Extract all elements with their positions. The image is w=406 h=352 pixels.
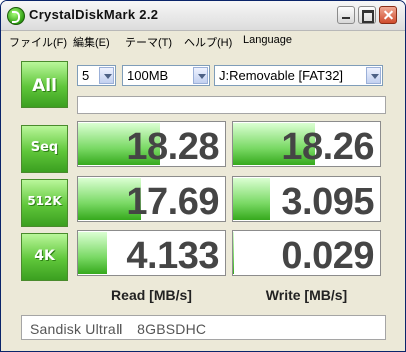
app-window: CrystalDiskMark 2.2 ファイル(F) 編集(E) テーマ(T)… (0, 0, 406, 352)
seq-write-value: 18.26 (281, 126, 374, 167)
all-label: All (32, 76, 57, 96)
chevron-down-icon[interactable] (366, 67, 381, 84)
close-button[interactable] (379, 6, 397, 24)
test-count-select[interactable]: 5 (77, 65, 116, 86)
chevron-down-icon[interactable] (99, 67, 114, 84)
crystaldiskmark-icon (7, 7, 25, 25)
menu-language[interactable]: Language (243, 34, 292, 46)
512k-read-result: 17.69 (77, 176, 226, 222)
test-count-value: 5 (82, 68, 90, 83)
menu-bar: ファイル(F) 編集(E) テーマ(T) ヘルプ(H) Language (1, 31, 405, 50)
title-bar[interactable]: CrystalDiskMark 2.2 (1, 1, 405, 31)
window-title: CrystalDiskMark 2.2 (29, 7, 159, 22)
seq-read-value: 18.28 (126, 126, 219, 167)
drive-select[interactable]: J:Removable [FAT32] (214, 65, 383, 86)
test-size-value: 100MB (127, 68, 169, 83)
menu-theme[interactable]: テーマ(T) (125, 34, 172, 50)
seq-write-result: 18.26 (232, 121, 381, 167)
drive-value: J:Removable [FAT32] (219, 68, 344, 83)
seq-read-result: 18.28 (77, 121, 226, 167)
all-button[interactable]: All (21, 61, 68, 108)
progress-bar (77, 96, 386, 114)
maximize-button[interactable] (358, 6, 376, 24)
test-size-select[interactable]: 100MB (122, 65, 210, 86)
512k-write-result: 3.095 (232, 176, 381, 222)
4k-read-result: 4.133 (77, 230, 226, 276)
4k-read-bar (78, 232, 108, 274)
4k-write-result: 0.029 (232, 230, 381, 276)
write-header: Write [MB/s] (265, 287, 348, 303)
benchmark-panel: All Seq 512K 4K 5 100MB J:Removable [FAT… (21, 59, 386, 303)
512k-write-bar (233, 178, 270, 220)
minimize-button[interactable] (337, 6, 355, 24)
512k-write-value: 3.095 (281, 181, 374, 222)
seq-button[interactable]: Seq (21, 125, 68, 173)
4k-label: 4K (34, 248, 55, 264)
4k-write-bar (233, 232, 235, 274)
seq-label: Seq (30, 140, 59, 155)
512k-read-value: 17.69 (126, 181, 219, 222)
512k-label: 512K (27, 194, 62, 208)
4k-write-value: 0.029 (281, 235, 374, 276)
comment-field[interactable]: Sandisk UltraⅡ 8GBSDHC (21, 315, 386, 340)
menu-edit[interactable]: 編集(E) (73, 34, 110, 50)
512k-button[interactable]: 512K (21, 179, 68, 227)
chevron-down-icon[interactable] (193, 67, 208, 84)
read-header: Read [MB/s] (111, 287, 192, 303)
4k-button[interactable]: 4K (21, 233, 68, 281)
4k-read-value: 4.133 (126, 235, 219, 276)
menu-help[interactable]: ヘルプ(H) (184, 34, 232, 50)
menu-file[interactable]: ファイル(F) (9, 34, 67, 50)
